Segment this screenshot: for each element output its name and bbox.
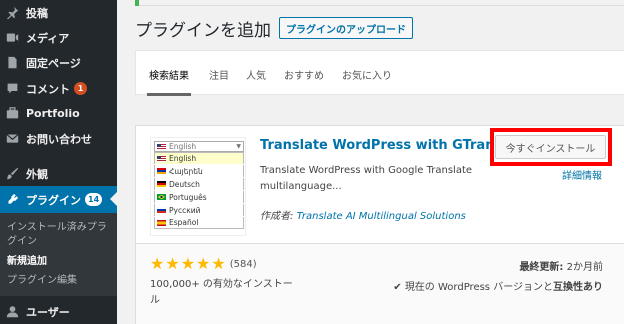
language-option: Deutsch (154, 178, 244, 190)
sidebar-item-label: メディア (26, 31, 70, 45)
plugins-submenu: インストール済みプラグイン 新規追加 プラグイン編集 (0, 213, 117, 296)
submenu-plugin-editor[interactable]: プラグイン編集 (7, 274, 115, 288)
plugin-author: 作成者: Translate AI Multilingual Solutions (260, 207, 466, 222)
notice-accent (135, 0, 139, 6)
compatibility: ✔ 現在の WordPress バージョンと互換性あり (393, 278, 603, 293)
language-select-mock: English ▼ (154, 141, 244, 152)
sidebar-item-appearance[interactable]: 外観 (0, 161, 117, 186)
portfolio-icon (5, 107, 19, 121)
sidebar-item-plugins[interactable]: プラグイン 14 (0, 186, 117, 213)
star-icon: ★ (180, 254, 196, 273)
language-name: Հայերեն (169, 166, 203, 176)
submenu-add-new[interactable]: 新規追加 (7, 255, 115, 269)
sidebar-item-users[interactable]: ユーザー (0, 299, 117, 324)
user-icon (5, 305, 19, 319)
compat-status: 互換性あり (553, 282, 603, 293)
tab-recommended[interactable]: おすすめ (284, 67, 324, 82)
sidebar-item-label: 固定ページ (26, 56, 81, 70)
author-prefix: 作成者: (260, 211, 294, 222)
sidebar-item-pages[interactable]: 固定ページ (0, 50, 117, 75)
active-installs: 100,000+ の有効なインストール (150, 279, 293, 306)
plugin-card-footer: ★ ★ ★ ★ ★ (584) 100,000+ の有効なインストール 最終更新… (136, 243, 624, 324)
language-name: Русский (169, 205, 201, 215)
language-name: Deutsch (169, 179, 200, 189)
flag-de-icon (157, 181, 166, 187)
comment-icon (5, 82, 19, 96)
chevron-down-icon: ▼ (236, 143, 241, 150)
language-name: Português (169, 192, 207, 202)
pin-icon (5, 6, 19, 20)
admin-notice-edge (135, 0, 624, 6)
language-option: English (154, 152, 244, 164)
sidebar-item-label: プラグイン (26, 193, 81, 207)
plugin-thumbnail[interactable]: English ▼ English Հայերեն Deutsch Portug… (150, 137, 246, 236)
language-option: Հայերեն (154, 165, 244, 177)
plugin-icon (5, 193, 19, 207)
sidebar-item-posts[interactable]: 投稿 (0, 0, 117, 25)
sidebar-item-label: コメント (26, 82, 70, 96)
tab-popular[interactable]: 人気 (246, 67, 266, 82)
plugin-title-link[interactable]: Translate WordPress with GTranslate (260, 138, 500, 153)
flag-pt-icon (157, 194, 166, 200)
tab-featured[interactable]: 注目 (209, 67, 229, 82)
install-now-button[interactable]: 今すぐインストール (495, 135, 606, 159)
page-icon (5, 56, 19, 70)
last-updated-label: 最終更新: (519, 262, 564, 273)
star-icon: ★ (211, 254, 226, 273)
sidebar-item-label: Portfolio (26, 107, 80, 120)
checkmark-icon: ✔ (393, 282, 402, 293)
selected-language: English (169, 142, 197, 151)
brush-icon (5, 167, 19, 181)
last-updated: 最終更新: 2か月前 (519, 258, 603, 273)
comment-count-badge: 1 (74, 82, 87, 95)
star-rating: ★ ★ ★ ★ ★ (584) (150, 254, 257, 273)
tab-favorites[interactable]: お気に入り (342, 67, 392, 82)
sidebar-item-label: 外観 (26, 167, 48, 181)
flag-en-icon (157, 155, 166, 162)
rating-count[interactable]: (584) (230, 259, 257, 270)
sidebar-item-portfolio[interactable]: Portfolio (0, 101, 117, 126)
mail-icon (5, 132, 19, 146)
page-title: プラグインを追加 (135, 21, 271, 41)
sidebar-item-label: ユーザー (26, 305, 70, 319)
compat-text: 現在の WordPress バージョンと (404, 282, 553, 293)
more-details-link[interactable]: 詳細情報 (562, 167, 602, 182)
star-icon: ★ (196, 254, 211, 273)
flag-es-icon (157, 219, 166, 226)
flag-ru-icon (157, 207, 166, 213)
language-name: Español (169, 218, 199, 227)
sidebar-item-media[interactable]: メディア (0, 25, 117, 50)
star-icon: ★ (165, 254, 180, 273)
media-icon (5, 31, 19, 45)
flag-hy-icon (157, 168, 166, 174)
plugin-card: English ▼ English Հայերեն Deutsch Portug… (135, 125, 624, 324)
submenu-installed-plugins[interactable]: インストール済みプラグイン (7, 221, 115, 249)
upload-plugin-button[interactable]: プラグインのアップロード (279, 17, 413, 39)
sidebar-item-contact[interactable]: お問い合わせ (0, 126, 117, 151)
tab-search-results[interactable]: 検索結果 (147, 67, 191, 96)
sidebar-item-comments[interactable]: コメント 1 (0, 76, 117, 101)
plugin-update-badge: 14 (85, 193, 103, 206)
star-icon: ★ (150, 254, 165, 273)
plugin-filter-bar: 検索結果 注目 人気 おすすめ お気に入り (135, 50, 624, 96)
language-option: Español (154, 217, 244, 229)
language-option: Português (154, 191, 244, 203)
flag-en-icon (157, 143, 166, 150)
sidebar-item-label: 投稿 (26, 6, 48, 20)
language-option: Русский (154, 204, 244, 216)
language-name: English (169, 154, 197, 163)
plugin-description: Translate WordPress with Google Translat… (260, 165, 473, 192)
admin-sidebar: 投稿 メディア 固定ページ コメント 1 Portfolio お問い合わせ 外観… (0, 0, 117, 324)
last-updated-value: 2か月前 (566, 262, 603, 273)
sidebar-item-label: お問い合わせ (26, 132, 92, 146)
author-link[interactable]: Translate AI Multilingual Solutions (297, 211, 466, 222)
